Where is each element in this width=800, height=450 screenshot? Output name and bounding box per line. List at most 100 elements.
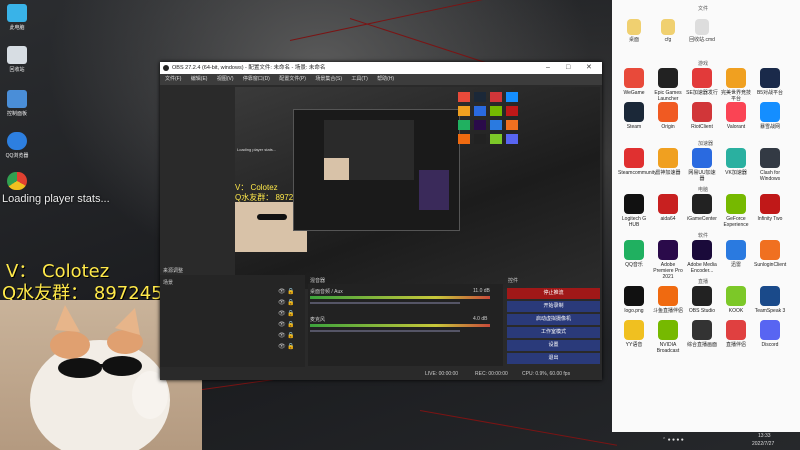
maximize-icon[interactable]: □ [566,62,570,74]
app-label: 雷神加速器 [655,170,681,176]
volume-slider[interactable] [310,330,460,332]
desktop-icon-control-panel[interactable]: 控制面板 [0,90,34,117]
app-shortcut[interactable]: Infinity Two [754,194,786,222]
app-shortcut[interactable]: KOOK [720,286,752,314]
app-label: Valorant [726,124,746,130]
source-visibility-icons[interactable]: 👁 🔒 👁 🔒 👁 🔒 👁 🔒 👁 🔒 👁 🔒 [278,287,295,353]
app-icon [658,148,678,168]
app-shortcut[interactable]: Adobe Premiere Pro 2021 [652,240,684,280]
app-shortcut[interactable]: Steamcommunity [618,148,657,176]
exit-button[interactable]: 退出 [507,353,600,364]
app-shortcut[interactable]: SunloginClient [754,240,786,268]
app-shortcut[interactable]: GeForce Experience [720,194,752,228]
stop-streaming-button[interactable]: 停止推流 [507,288,600,299]
app-shortcut[interactable]: TeamSpeak 3 [754,286,786,314]
preview-app-icon [474,134,486,144]
start-virtual-camera-button[interactable]: 启动虚拟摄像机 [507,314,600,325]
obs-status-bar: LIVE: 00:00:00 REC: 00:00:00 CPU: 0.9%, … [160,368,602,380]
menu-scene-collection[interactable]: 场景集合(S) [315,76,342,82]
start-recording-button[interactable]: 开始录制 [507,301,600,312]
sources-dock[interactable]: 场景 👁 🔒 👁 🔒 👁 🔒 👁 🔒 👁 🔒 👁 🔒 [160,275,305,367]
menu-view[interactable]: 视图(V) [217,76,234,82]
app-shortcut[interactable]: 直播伴侣 [720,320,752,348]
app-icon [658,102,678,122]
app-shortcut[interactable]: Discord [754,320,786,348]
app-icon [658,286,678,306]
app-icon [624,194,644,214]
file-cmd[interactable]: 回收站.cmd [686,19,718,43]
app-label: 完美世界竞技平台 [720,90,751,102]
close-icon[interactable]: ✕ [586,62,592,74]
app-shortcut[interactable]: logo.png [618,286,650,314]
sources-label: 来源调整 [163,268,184,274]
app-shortcut[interactable]: Logitech G HUB [618,194,650,228]
app-label: TeamSpeak 3 [754,308,786,314]
obs-preview[interactable]: Loading player stats... V： Colotez Q水友群：… [235,87,600,289]
app-label: iGameCenter [687,216,717,222]
clock-time[interactable]: 13:33 [758,433,771,439]
menu-file[interactable]: 文件(F) [165,76,181,82]
app-shortcut[interactable]: RiotClient [686,102,718,130]
settings-button[interactable]: 设置 [507,340,600,351]
app-shortcut[interactable]: 斗鱼直播伴侣 [652,286,684,314]
preview-loading-text: Loading player stats... [237,147,277,152]
app-shortcut[interactable]: Adobe Media Encoder... [686,240,718,274]
file-desktop[interactable]: 桌面 [618,19,650,43]
app-shortcut[interactable]: 完美世界竞技平台 [720,68,752,102]
app-shortcut[interactable]: 综合直播画面 [686,320,718,348]
app-shortcut[interactable]: NVIDIA Broadcast [652,320,684,354]
app-label: YY语音 [625,342,643,348]
app-shortcut[interactable]: Steam [618,102,650,130]
menu-edit[interactable]: 编辑(E) [191,76,208,82]
app-label: Adobe Media Encoder... [687,262,717,274]
app-label: SE加速器发行 [686,90,718,96]
app-shortcut[interactable]: Origin [652,102,684,130]
clock-date[interactable]: 2022/7/27 [752,441,774,447]
desktop-icon-this-pc[interactable]: 此电脑 [0,4,34,31]
app-shortcut[interactable]: YY语音 [618,320,650,348]
obs-title-bar[interactable]: OBS 27.2.4 (64-bit, windows) - 配置文件: 未命名… [160,62,602,74]
tray-icons[interactable]: ⌃ ● ● ● ● [662,437,684,443]
volume-slider[interactable] [310,302,460,304]
desktop-icon-chrome[interactable] [0,172,34,192]
app-icon [692,148,712,168]
app-shortcut[interactable]: 网易UU加速器 [686,148,718,182]
menu-profile[interactable]: 配置文件(P) [279,76,306,82]
app-label: Origin [661,124,675,130]
desktop-icon-qq-browser[interactable]: QQ浏览器 [0,132,34,159]
app-shortcut[interactable]: SE加速器发行 [686,68,718,96]
studio-mode-button[interactable]: 工作室模式 [507,327,600,338]
app-shortcut[interactable]: QQ音乐 [618,240,650,268]
file-cfg[interactable]: cfg [652,19,684,43]
minimize-icon[interactable]: – [546,62,550,74]
app-icon [692,240,712,260]
app-shortcut[interactable]: VK加速器 [720,148,752,176]
app-shortcut[interactable]: 迅雷 [720,240,752,268]
app-label: KOOK [728,308,744,314]
app-icon [760,286,780,306]
menu-tools[interactable]: 工具(T) [351,76,367,82]
app-shortcut[interactable]: B5对战平台 [754,68,786,96]
app-shortcut[interactable]: aida64 [652,194,684,222]
app-shortcut[interactable]: WeGame [618,68,650,96]
mixer-track-name: 桌面音频 / Aux [310,289,343,295]
menu-help[interactable]: 帮助(H) [377,76,394,82]
file-icon [695,19,709,35]
file-icon [627,19,641,35]
app-shortcut[interactable]: iGameCenter [686,194,718,222]
obs-window[interactable]: OBS 27.2.4 (64-bit, windows) - 配置文件: 未命名… [160,62,602,380]
app-shortcut[interactable]: OBS Studio [686,286,718,314]
app-label: 网易UU加速器 [688,170,716,182]
app-shortcut[interactable]: Epic Games Launcher [652,68,684,102]
app-shortcut[interactable]: Clash for Windows [754,148,786,182]
desktop-icon-recycle-bin[interactable]: 回收站 [0,46,34,73]
app-shortcut[interactable]: 暴雪战网 [754,102,786,130]
app-group-label: 加速器 [698,141,714,147]
audio-meter [310,296,490,299]
preview-app-icon [490,92,502,102]
app-icon [624,68,644,88]
app-label: 直播伴侣 [725,342,746,348]
app-shortcut[interactable]: Valorant [720,102,752,130]
app-shortcut[interactable]: 雷神加速器 [652,148,684,176]
menu-docks[interactable]: 停靠窗口(D) [243,76,270,82]
